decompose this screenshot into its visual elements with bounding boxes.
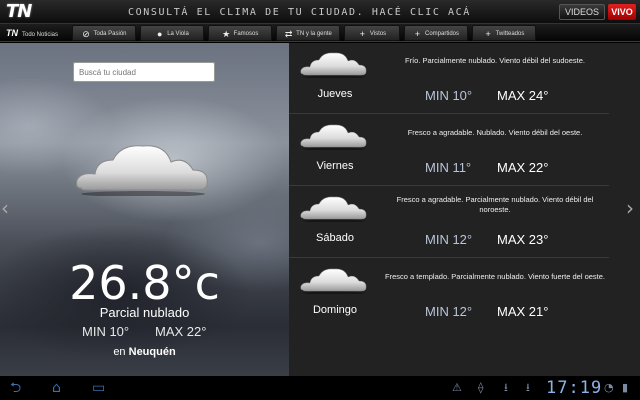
forecast-max: MAX 24° [497,88,549,103]
home-icon[interactable]: ⌂ [52,379,61,397]
location-city: Neuquén [128,346,176,358]
previous-arrow-icon[interactable]: ‹ [1,196,9,220]
people-icon: ⇄ [284,29,293,39]
cloud-icon [299,47,369,79]
cloud-icon [299,191,369,223]
cloud-icon [299,263,369,295]
recent-apps-icon[interactable]: ▭ [92,379,105,397]
forecast-row: Viernes Fresco a agradable. Nublado. Vie… [289,115,609,186]
section-nav: TN Todo Noticias ⊘ Toda Pasión ● La Viola ★… [0,24,640,42]
forecast-panel: Jueves Frío. Parcialmente nublado. Vient… [289,43,640,376]
forecast-day: Viernes [316,160,354,172]
forecast-max: MAX 21° [497,304,549,319]
tn-mini-logo: TN [6,28,18,38]
nav-home[interactable]: TN Todo Noticias [6,26,58,40]
cloud-icon [299,119,369,151]
star-icon: ★ [222,29,231,39]
wifi-icon[interactable]: ◔ [604,381,614,395]
city-search-input[interactable] [73,62,215,82]
download-icon[interactable]: ⭳ [504,381,508,395]
nav-item-la-viola[interactable]: ● La Viola [140,25,204,41]
forecast-description: Frío. Parcialmente nublado. Viento débil… [405,56,585,65]
current-condition: Parcial nublado [99,305,190,320]
usb-icon[interactable]: ⟠ [478,381,483,395]
nav-item-label: Toda Pasión [93,31,127,37]
nav-item-famosos[interactable]: ★ Famosos [208,25,272,41]
nav-item-label: La Viola [167,31,189,37]
forecast-min: MIN 12° [425,304,473,319]
forecast-row: Domingo Fresco a templado. Parcialmente … [289,259,609,330]
nav-item-compartidos[interactable]: + Compartidos [404,25,468,41]
forecast-row: Sábado Fresco a agradable. Parcialmente … [289,187,609,258]
videos-button[interactable]: VIDEOS [559,4,605,20]
nav-item-label: Vistos [369,31,387,37]
vivo-button[interactable]: VIVO [608,4,636,20]
back-icon[interactable]: ⮌ [10,379,21,397]
nav-item-label: Compartidos [424,31,459,37]
nav-item-label: Twitteados [495,31,525,37]
forecast-max: MAX 22° [497,160,549,175]
nav-item-twitteados[interactable]: + Twitteados [472,25,536,41]
download-icon[interactable]: ⭳ [526,381,530,395]
current-max-temp: MAX 22° [155,324,207,339]
forecast-day: Sábado [316,232,354,244]
system-bar: ⮌ ⌂ ▭ ⚠ ⟠ ⭳ ⭳ 17:19 ◔ ▮ [0,376,640,400]
forecast-description: Fresco a templado. Parcialmente nublado.… [385,272,605,281]
forecast-row: Jueves Frío. Parcialmente nublado. Vient… [289,43,609,114]
current-location: en Neuquén [0,346,289,358]
forecast-day: Jueves [317,88,353,100]
nav-item-tn-y-la-gente[interactable]: ⇄ TN y la gente [276,25,340,41]
nav-item-label: Famosos [233,31,259,37]
next-arrow-icon[interactable]: › [626,196,634,220]
forecast-max: MAX 23° [497,232,549,247]
cloud-icon [73,136,213,196]
forecast-min: MIN 11° [425,160,472,175]
current-weather-panel: 26.8°c Parcial nublado MIN 10° MAX 22° e… [0,43,289,376]
nav-item-vistos[interactable]: + Vistos [344,25,400,41]
nav-item-toda-pasion[interactable]: ⊘ Toda Pasión [72,25,136,41]
ball-icon: ⊘ [82,29,90,39]
nav-home-label: Todo Noticias [22,32,59,38]
plus-icon: + [414,29,421,39]
top-bar: TN CONSULTÁ EL CLIMA DE TU CIUDAD. HACÉ … [0,0,640,24]
current-min-temp: MIN 10° [82,324,130,339]
forecast-min: MIN 10° [425,88,473,103]
clock[interactable]: 17:19 [546,378,602,398]
tn-logo[interactable]: TN [6,2,52,21]
guitar-icon: ● [156,29,163,39]
weather-promo-banner[interactable]: CONSULTÁ EL CLIMA DE TU CIUDAD. HACÉ CLI… [128,0,538,24]
warning-icon[interactable]: ⚠ [452,381,462,395]
plus-icon: + [359,29,365,39]
forecast-min: MIN 12° [425,232,473,247]
forecast-description: Fresco a agradable. Parcialmente nublado… [396,195,594,214]
plus-icon: + [485,29,491,39]
current-temperature: 26.8°c [69,256,220,310]
location-prefix: en [113,346,126,358]
forecast-day: Domingo [312,304,358,316]
battery-icon[interactable]: ▮ [622,381,628,395]
forecast-description: Fresco a agradable. Nublado. Viento débi… [407,128,583,137]
nav-item-label: TN y la gente [296,31,332,37]
